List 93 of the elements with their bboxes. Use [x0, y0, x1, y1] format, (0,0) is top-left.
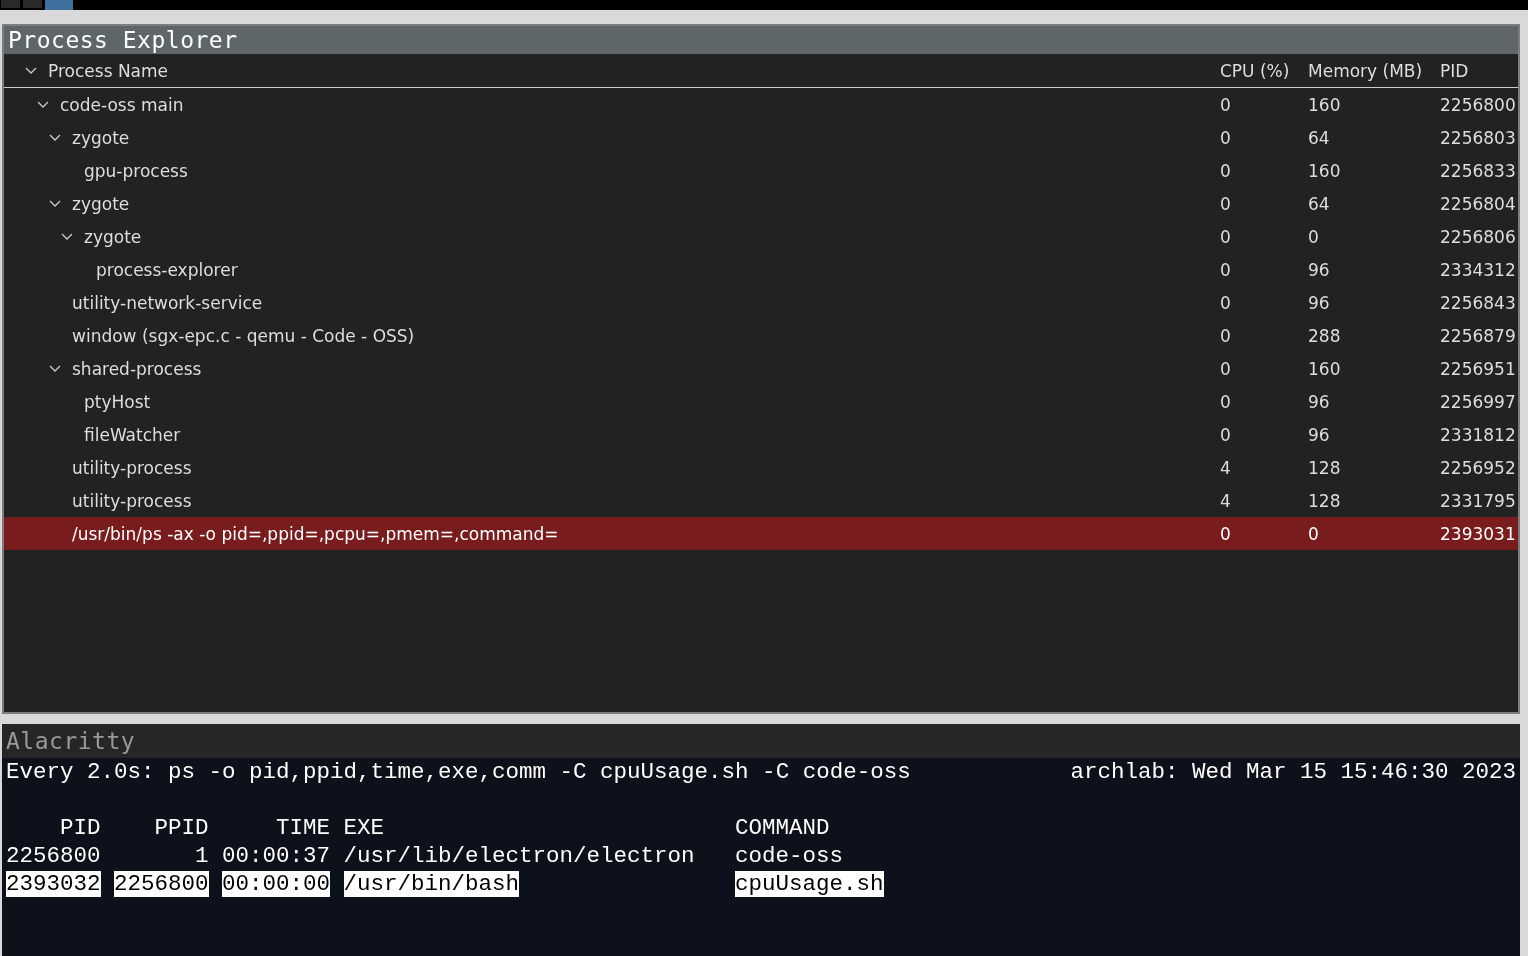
cpu-value: 0	[1220, 193, 1232, 214]
terminal-cell: 2393032	[6, 871, 101, 897]
column-header[interactable]: PID	[1440, 60, 1518, 81]
memory-value: 0	[1308, 523, 1320, 544]
memory-value: 64	[1308, 193, 1331, 214]
process-row[interactable]: shared-process 0 160 2256951	[4, 352, 1518, 385]
terminal-cell: /usr/bin/bash	[343, 871, 520, 897]
process-row[interactable]: zygote 0 64 2256803	[4, 121, 1518, 154]
memory-value: 160	[1308, 160, 1342, 181]
process-name: zygote	[72, 127, 130, 148]
process-name: ptyHost	[84, 391, 151, 412]
memory-value: 160	[1308, 94, 1342, 115]
window-title: Process Explorer	[4, 26, 1518, 54]
pid-value: 2256879	[1440, 325, 1517, 346]
column-header[interactable]: Process Name	[48, 60, 169, 81]
process-row[interactable]: zygote 0 64 2256804	[4, 187, 1518, 220]
pid-value: 2256833	[1440, 160, 1517, 181]
process-row[interactable]: utility-network-service 0 96 2256843	[4, 286, 1518, 319]
memory-value: 0	[1308, 226, 1320, 247]
memory-value: 128	[1308, 490, 1342, 511]
cpu-value: 0	[1220, 94, 1232, 115]
process-row[interactable]: fileWatcher 0 96 2331812	[4, 418, 1518, 451]
memory-value: 96	[1308, 292, 1331, 313]
process-name: zygote	[72, 193, 130, 214]
memory-value: 64	[1308, 127, 1331, 148]
cpu-value: 0	[1220, 160, 1232, 181]
terminal-cell: 00:00:37	[222, 843, 331, 869]
process-name: utility-process	[72, 457, 192, 478]
pid-value: 2256803	[1440, 127, 1517, 148]
cpu-value: 0	[1220, 325, 1232, 346]
terminal-cell: 2256800	[6, 843, 101, 869]
process-name: window (sgx-epc.c - qemu - Code - OSS)	[72, 325, 415, 346]
process-row[interactable]: gpu-process 0 160 2256833	[4, 154, 1518, 187]
terminal-cell: code-oss	[735, 843, 844, 869]
memory-value: 96	[1308, 391, 1331, 412]
process-name: zygote	[84, 226, 142, 247]
cpu-value: 4	[1220, 457, 1232, 478]
process-name: /usr/bin/ps -ax -o pid=,ppid=,pcpu=,pmem=,command=	[72, 523, 559, 544]
pid-value: 2256800	[1440, 94, 1517, 115]
terminal-cell: cpuUsage.sh	[735, 871, 884, 897]
terminal-command: Every 2.0s: ps -o pid,ppid,time,exe,comm -C cpuUsage.sh -C code-oss	[6, 758, 911, 786]
process-name: code-oss main	[60, 94, 184, 115]
cpu-value: 4	[1220, 490, 1232, 511]
pid-value: 2393031	[1440, 523, 1517, 544]
process-name: utility-process	[72, 490, 192, 511]
process-name: utility-network-service	[72, 292, 263, 313]
terminal-cell: 1	[195, 843, 209, 869]
pid-value: 2256951	[1440, 358, 1517, 379]
memory-value: 128	[1308, 457, 1342, 478]
pid-value: 2331795	[1440, 490, 1517, 511]
process-row[interactable]: ptyHost 0 96 2256997	[4, 385, 1518, 418]
process-row[interactable]: window (sgx-epc.c - qemu - Code - OSS) 0 288 2256879	[4, 319, 1518, 352]
process-name: gpu-process	[84, 160, 188, 181]
cpu-value: 0	[1220, 358, 1232, 379]
process-row[interactable]: process-explorer 0 96 2334312	[4, 253, 1518, 286]
pid-value: 2256952	[1440, 457, 1517, 478]
pid-value: 2256806	[1440, 226, 1517, 247]
cpu-value: 0	[1220, 292, 1232, 313]
terminal-cell: 00:00:00	[222, 871, 331, 897]
cpu-value: 0	[1220, 523, 1232, 544]
memory-value: 160	[1308, 358, 1342, 379]
pid-value: 2331812	[1440, 424, 1517, 445]
terminal-column-header: TIME	[276, 815, 330, 841]
terminal-column-header: PID	[60, 815, 101, 841]
pid-value: 2334312	[1440, 259, 1517, 280]
process-row[interactable]: /usr/bin/ps -ax -o pid=,ppid=,pcpu=,pmem=,command= 0 0 2393031	[4, 517, 1518, 550]
process-row[interactable]: zygote 0 0 2256806	[4, 220, 1518, 253]
pid-value: 2256843	[1440, 292, 1517, 313]
window-title: Alacritty	[2, 724, 1520, 758]
process-row[interactable]: code-oss main 0 160 2256800	[4, 88, 1518, 121]
process-name: fileWatcher	[84, 424, 181, 445]
process-row[interactable]: utility-process 4 128 2256952	[4, 451, 1518, 484]
pid-value: 2256997	[1440, 391, 1517, 412]
process-name: process-explorer	[96, 259, 238, 280]
pid-value: 2256804	[1440, 193, 1517, 214]
cpu-value: 0	[1220, 127, 1232, 148]
cpu-value: 0	[1220, 424, 1232, 445]
memory-value: 96	[1308, 259, 1331, 280]
memory-value: 288	[1308, 325, 1342, 346]
cpu-value: 0	[1220, 259, 1232, 280]
process-name: shared-process	[72, 358, 202, 379]
memory-value: 96	[1308, 424, 1331, 445]
terminal-cell: /usr/lib/electron/electron	[343, 843, 695, 869]
column-header[interactable]: CPU (%)	[1220, 60, 1308, 81]
process-row[interactable]: utility-process 4 128 2331795	[4, 484, 1518, 517]
terminal-column-header: PPID	[154, 815, 209, 841]
terminal-cell: 2256800	[114, 871, 209, 897]
cpu-value: 0	[1220, 391, 1232, 412]
cpu-value: 0	[1220, 226, 1232, 247]
column-header[interactable]: Memory (MB)	[1308, 60, 1440, 81]
terminal-column-header: COMMAND	[735, 815, 830, 841]
terminal-column-header: EXE	[343, 815, 385, 841]
terminal-status: archlab: Wed Mar 15 15:46:30 2023	[1070, 758, 1516, 786]
